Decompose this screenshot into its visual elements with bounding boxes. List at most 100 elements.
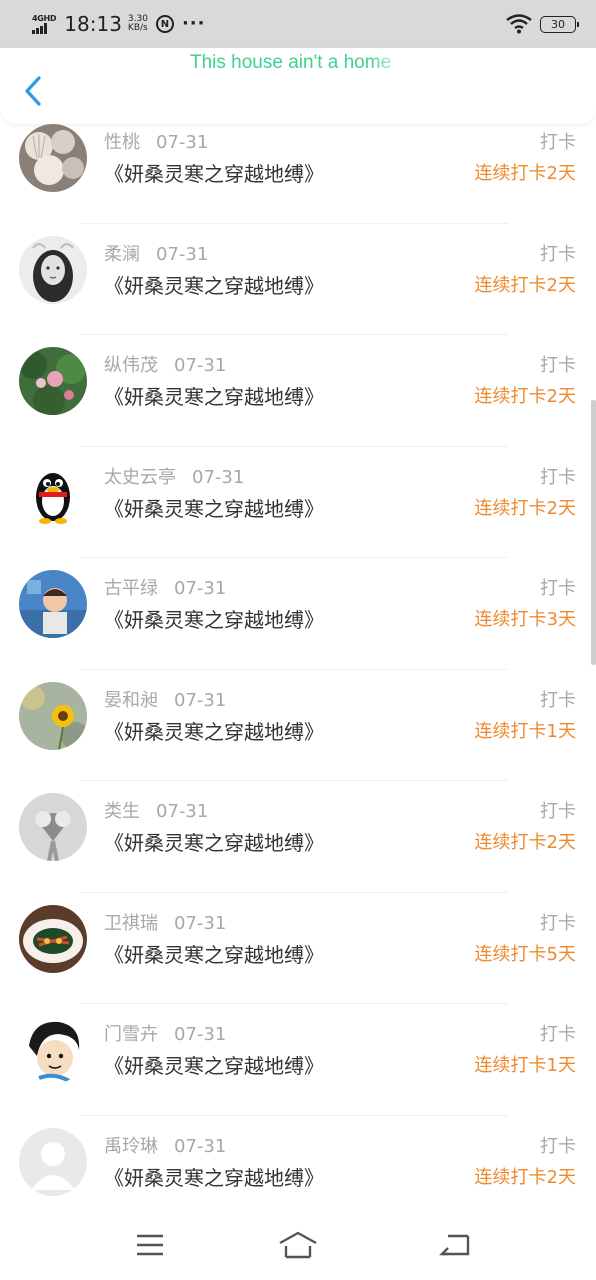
speed-unit: KB/s [127, 23, 148, 33]
user-meta: 类生 07-31 [104, 797, 208, 823]
list-item[interactable]: 晏和昶 07-31 《妍桑灵寒之穿越地缚》 打卡连续打卡1天 [0, 670, 596, 781]
back-button[interactable] [20, 74, 46, 108]
user-name: 性桃 [104, 132, 140, 153]
book-title: 《妍桑灵寒之穿越地缚》 [104, 608, 324, 632]
avatar[interactable] [19, 1016, 87, 1084]
marquee-title: This house ain't a home [190, 52, 392, 73]
user-name: 古平绿 [104, 578, 158, 599]
checkin-label: 打卡 [540, 466, 576, 488]
user-meta: 晏和昶 07-31 [104, 686, 226, 712]
cartoon-avatar [19, 1016, 87, 1084]
checkin-date: 07-31 [174, 689, 227, 711]
streak-label: 连续打卡5天 [474, 943, 576, 965]
checkin-date: 07-31 [174, 355, 227, 376]
user-meta: 禹玲琳 07-31 [104, 1132, 226, 1158]
top-app-bar: This house ain't a home [0, 48, 596, 124]
user-name: 禹玲琳 [104, 1135, 158, 1157]
checkin-label: 打卡 [540, 355, 576, 376]
sunflower-avatar [19, 681, 87, 750]
user-meta: 古平绿 07-31 [104, 574, 226, 600]
status-bar: 4GHD 18:13 3.30 KB/s N ··· 30 [0, 0, 596, 48]
list-item[interactable]: 柔澜 07-31 《妍桑灵寒之穿越地缚》 打卡 连续打卡2天 [0, 224, 596, 335]
user-meta: 卫祺瑞 07-31 [104, 909, 226, 935]
streak-label: 连续打卡2天 [474, 832, 576, 853]
list-item[interactable]: 太史云亭 07-31 《妍桑灵寒之穿越地缚》 打卡 连续打卡2天 [0, 447, 596, 558]
checkin-list[interactable]: 性桃 07-31 《妍桑灵寒之穿越地缚》 打卡 连续打卡2天 柔澜 07-31 《妍桑灵寒之穿… [0, 124, 596, 1212]
book-title: 《妍桑灵寒之穿越地缚》 [104, 496, 324, 521]
user-meta: 门雪卉 07-31 [104, 1020, 226, 1046]
scrollbar[interactable] [591, 400, 596, 665]
checkin-date: 07-31 [192, 466, 245, 488]
home-button[interactable] [278, 1228, 318, 1262]
user-meta: 纵伟茂 07-31 [104, 351, 226, 377]
streak-label: 连续打卡2天 [474, 1166, 576, 1188]
avatar[interactable] [19, 793, 87, 861]
user-name: 晏和昶 [104, 689, 158, 711]
list-item[interactable]: 类生 07-31 《妍桑灵寒之穿越地缚》 打卡 连续打卡2天 [0, 781, 596, 893]
checkin-label: 打卡 [540, 801, 576, 822]
user-name: 柔澜 [104, 243, 140, 265]
user-name: 门雪卉 [104, 1024, 158, 1045]
checkin-date: 07-31 [174, 578, 227, 599]
list-item[interactable]: 禹玲琳 07-31 《妍桑灵寒之穿越地缚》 打卡连续打卡2天 [0, 1116, 596, 1213]
more-notifications-icon: ··· [181, 13, 206, 34]
streak-label: 连续打卡1天 [474, 720, 576, 742]
list-item[interactable]: 性桃 07-31 《妍桑灵寒之穿越地缚》 打卡 连续打卡2天 [0, 124, 596, 224]
streak-label: 连续打卡1天 [474, 1055, 576, 1076]
user-meta: 性桃 07-31 [104, 128, 208, 154]
checkin-date: 07-31 [156, 132, 209, 153]
list-item[interactable]: 纵伟茂 07-31 《妍桑灵寒之穿越地缚》 打卡连续打卡2天 [0, 335, 596, 447]
user-name: 纵伟茂 [104, 355, 158, 376]
clock: 18:13 [64, 12, 122, 36]
checkin-label: 打卡 [540, 132, 576, 153]
marquee-fade [370, 48, 410, 78]
wifi-icon [506, 14, 532, 34]
avatar[interactable] [19, 458, 87, 527]
girl-bw-avatar [19, 235, 87, 304]
checkin-date: 07-31 [174, 912, 227, 934]
dish-avatar [19, 904, 87, 973]
lotus-avatar [19, 347, 87, 415]
avatar[interactable] [19, 347, 87, 415]
book-title: 《妍桑灵寒之穿越地缚》 [104, 385, 324, 409]
back-nav-button[interactable] [434, 1228, 474, 1262]
checkin-label: 打卡 [540, 1024, 576, 1045]
book-title: 《妍桑灵寒之穿越地缚》 [104, 162, 324, 186]
checkin-date: 07-31 [174, 1024, 227, 1045]
user-meta: 柔澜 07-31 [104, 240, 208, 266]
avatar[interactable] [19, 124, 87, 192]
child-avatar [19, 570, 87, 638]
user-name: 类生 [104, 801, 140, 822]
nfc-icon: N [155, 15, 174, 33]
list-item[interactable]: 古平绿 07-31 《妍桑灵寒之穿越地缚》 打卡 连续打卡3天 [0, 558, 596, 670]
checkin-label: 打卡 [540, 912, 576, 934]
menu-icon [137, 1234, 163, 1256]
network-type: 4GHD [32, 14, 57, 23]
book-title: 《妍桑灵寒之穿越地缚》 [104, 942, 324, 967]
book-title: 《妍桑灵寒之穿越地缚》 [104, 1054, 324, 1078]
battery-icon: 30 [540, 15, 579, 33]
streak-label: 连续打卡2天 [474, 274, 576, 296]
user-name: 卫祺瑞 [104, 912, 158, 934]
penguin-avatar [19, 458, 87, 527]
user-name: 太史云亭 [104, 466, 176, 488]
avatar[interactable] [19, 570, 87, 638]
streak-label: 连续打卡2天 [474, 386, 576, 407]
book-title: 《妍桑灵寒之穿越地缚》 [104, 1165, 324, 1190]
checkin-date: 07-31 [174, 1135, 227, 1157]
signal-icon: 4GHD [32, 14, 57, 34]
list-item[interactable]: 卫祺瑞 07-31 《妍桑灵寒之穿越地缚》 打卡连续打卡5天 [0, 893, 596, 1004]
checkin-label: 打卡 [540, 689, 576, 711]
app-screen: 4GHD 18:13 3.30 KB/s N ··· 30 This house [0, 0, 596, 1280]
list-item[interactable]: 门雪卉 07-31 《妍桑灵寒之穿越地缚》 打卡连续打卡1天 [0, 1004, 596, 1116]
avatar[interactable] [19, 904, 87, 973]
avatar[interactable] [19, 681, 87, 750]
home-icon [279, 1231, 317, 1259]
checkin-label: 打卡 [540, 243, 576, 265]
avatar[interactable] [19, 1127, 87, 1196]
menu-button[interactable] [130, 1228, 170, 1262]
book-title: 《妍桑灵寒之穿越地缚》 [104, 719, 324, 744]
avatar[interactable] [19, 235, 87, 304]
shells-avatar [19, 124, 87, 192]
checkin-label: 打卡 [540, 1135, 576, 1157]
